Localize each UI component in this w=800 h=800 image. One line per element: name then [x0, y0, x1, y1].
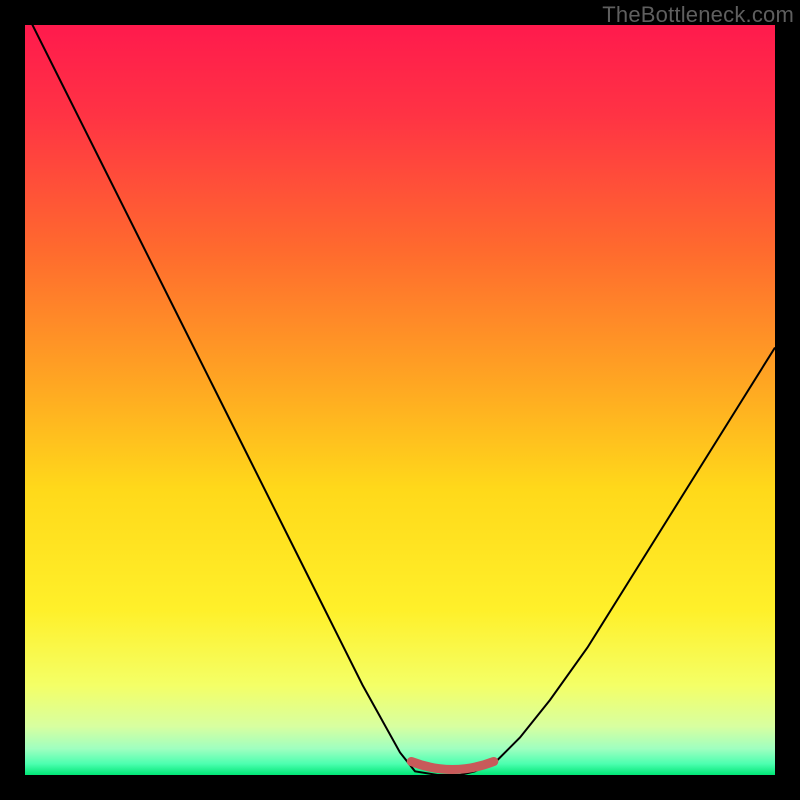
chart-svg: [25, 25, 775, 775]
watermark-text: TheBottleneck.com: [602, 2, 794, 28]
chart-frame: TheBottleneck.com: [0, 0, 800, 800]
plot-area: [25, 25, 775, 775]
heat-gradient-background: [25, 25, 775, 775]
